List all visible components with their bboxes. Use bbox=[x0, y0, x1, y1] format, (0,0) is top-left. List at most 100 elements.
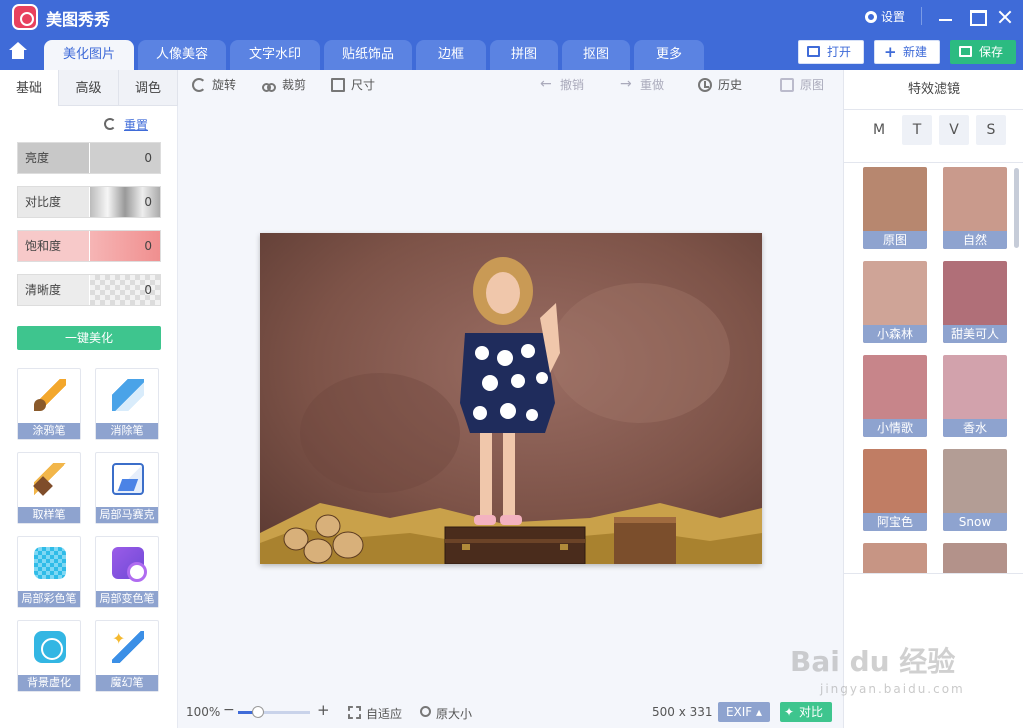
local-recolor-pen-tool[interactable]: 局部变色笔 bbox=[95, 536, 159, 608]
tab-color-tone[interactable]: 调色 bbox=[119, 70, 178, 106]
size-label: 尺寸 bbox=[351, 78, 376, 92]
tab-beautify[interactable]: 美化图片 bbox=[44, 40, 134, 70]
maximize-button[interactable] bbox=[966, 6, 988, 28]
local-color-pen-tool[interactable]: 局部彩色笔 bbox=[17, 536, 81, 608]
saturation-label: 饱和度 bbox=[18, 231, 89, 261]
zoom-slider[interactable] bbox=[238, 706, 310, 718]
open-label: 打开 bbox=[827, 45, 852, 59]
app-logo-icon bbox=[12, 4, 38, 30]
zoom-out-button[interactable]: − bbox=[223, 702, 235, 718]
local-recolor-pen-label: 局部变色笔 bbox=[96, 591, 158, 607]
tab-more[interactable]: 更多 bbox=[634, 40, 704, 70]
tab-collage[interactable]: 拼图 bbox=[490, 40, 558, 70]
fit-to-window-button[interactable]: 自适应 bbox=[348, 705, 402, 722]
new-label: 新建 bbox=[903, 45, 928, 59]
exif-button[interactable]: EXIF ▴ bbox=[718, 702, 770, 722]
image-icon bbox=[780, 78, 794, 92]
undo-label: 撤销 bbox=[560, 78, 585, 92]
color-pen-icon bbox=[34, 547, 66, 579]
filter-natural[interactable]: 自然 bbox=[943, 167, 1007, 249]
filter-category-v[interactable]: V bbox=[939, 115, 969, 145]
magic-pen-tool[interactable]: 魔幻笔 bbox=[95, 620, 159, 692]
filter-snow[interactable]: Snow bbox=[943, 449, 1007, 531]
actual-size-button[interactable]: 原大小 bbox=[420, 705, 472, 722]
tab-basic[interactable]: 基础 bbox=[0, 70, 59, 106]
history-button[interactable]: 历史 bbox=[698, 76, 742, 94]
filter-category-m[interactable]: M bbox=[864, 115, 894, 145]
redo-button[interactable]: 重做 bbox=[620, 75, 664, 94]
filter-next-2[interactable] bbox=[943, 543, 1007, 573]
filter-category-t[interactable]: T bbox=[902, 115, 932, 145]
home-icon[interactable] bbox=[8, 42, 28, 62]
eraser-pen-tool[interactable]: 消除笔 bbox=[95, 368, 159, 440]
zoom-in-button[interactable]: + bbox=[317, 701, 330, 719]
saturation-slider[interactable]: 饱和度 0 bbox=[17, 230, 161, 262]
filter-label: 小情歌 bbox=[863, 419, 927, 437]
background-blur-label: 背景虚化 bbox=[18, 675, 80, 691]
sparkle-icon: ✦ bbox=[784, 705, 795, 719]
contrast-slider[interactable]: 对比度 0 bbox=[17, 186, 161, 218]
undo-button[interactable]: 撤销 bbox=[540, 75, 585, 94]
filter-scrollbar[interactable] bbox=[1014, 168, 1019, 248]
image-dimensions: 500 x 331 bbox=[652, 705, 713, 719]
sharpness-slider[interactable]: 清晰度 0 bbox=[17, 274, 161, 306]
filter-label: 原图 bbox=[863, 231, 927, 249]
original-button[interactable]: 原图 bbox=[780, 76, 824, 94]
filter-perfume[interactable]: 香水 bbox=[943, 355, 1007, 437]
filter-original[interactable]: 原图 bbox=[863, 167, 927, 249]
doodle-pen-tool[interactable]: 涂鸦笔 bbox=[17, 368, 81, 440]
sample-pen-tool[interactable]: 取样笔 bbox=[17, 452, 81, 524]
tab-text-watermark[interactable]: 文字水印 bbox=[230, 40, 320, 70]
canvas-area: 旋转 裁剪 尺寸 撤销 重做 历史 原图 bbox=[178, 70, 842, 728]
eraser-icon bbox=[112, 379, 144, 411]
filter-abao[interactable]: 阿宝色 bbox=[863, 449, 927, 531]
original-label: 原图 bbox=[800, 78, 825, 92]
rotate-label: 旋转 bbox=[212, 78, 237, 92]
compare-button[interactable]: ✦ 对比 bbox=[780, 702, 832, 722]
scissors-icon bbox=[262, 78, 276, 92]
tab-portrait[interactable]: 人像美容 bbox=[138, 40, 226, 70]
filters-panel: 特效滤镜 M T V S 原图 自然 小森林 甜美可人 小情歌 香水 阿宝色 S… bbox=[843, 70, 1023, 728]
filter-label: 小森林 bbox=[863, 325, 927, 343]
image-icon bbox=[807, 46, 820, 57]
sharpness-label: 清晰度 bbox=[18, 275, 89, 305]
filter-label: 甜美可人 bbox=[943, 325, 1007, 343]
watermark-logo: Bai du 经验 bbox=[790, 645, 956, 678]
filter-list: 原图 自然 小森林 甜美可人 小情歌 香水 阿宝色 Snow bbox=[844, 162, 1023, 574]
app-title: 美图秀秀 bbox=[46, 10, 111, 29]
filter-forest[interactable]: 小森林 bbox=[863, 261, 927, 343]
filter-next-1[interactable] bbox=[863, 543, 927, 573]
filter-sweet[interactable]: 甜美可人 bbox=[943, 261, 1007, 343]
tab-frames[interactable]: 边框 bbox=[416, 40, 486, 70]
tab-advanced[interactable]: 高级 bbox=[59, 70, 119, 106]
local-color-pen-label: 局部彩色笔 bbox=[18, 591, 80, 607]
tab-cutout[interactable]: 抠图 bbox=[562, 40, 630, 70]
exif-label: EXIF bbox=[725, 705, 753, 719]
zoom-percentage: 100% bbox=[186, 705, 221, 719]
filter-love-song[interactable]: 小情歌 bbox=[863, 355, 927, 437]
save-button[interactable]: 保存 bbox=[950, 40, 1016, 64]
edited-photo[interactable] bbox=[260, 233, 762, 564]
settings-button[interactable]: 设置 bbox=[865, 8, 905, 25]
crop-button[interactable]: 裁剪 bbox=[262, 76, 306, 94]
new-button[interactable]: + 新建 bbox=[874, 40, 940, 64]
history-label: 历史 bbox=[718, 78, 743, 92]
brightness-slider[interactable]: 亮度 0 bbox=[17, 142, 161, 174]
doodle-pen-label: 涂鸦笔 bbox=[18, 423, 80, 439]
reset-icon[interactable] bbox=[104, 118, 116, 130]
close-button[interactable] bbox=[994, 6, 1016, 28]
open-button[interactable]: 打开 bbox=[798, 40, 864, 64]
size-button[interactable]: 尺寸 bbox=[331, 76, 375, 94]
tab-stickers[interactable]: 贴纸饰品 bbox=[324, 40, 412, 70]
minimize-button[interactable] bbox=[935, 6, 957, 28]
rotate-button[interactable]: 旋转 bbox=[192, 76, 236, 94]
local-mosaic-tool[interactable]: 局部马赛克 bbox=[95, 452, 159, 524]
filter-category-s[interactable]: S bbox=[976, 115, 1006, 145]
one-click-beautify-button[interactable]: 一键美化 bbox=[17, 326, 161, 350]
zoom-slider-handle[interactable] bbox=[252, 706, 265, 718]
fit-icon bbox=[348, 706, 361, 719]
export-icon bbox=[959, 46, 972, 57]
background-blur-tool[interactable]: 背景虚化 bbox=[17, 620, 81, 692]
fit-label: 自适应 bbox=[366, 707, 403, 721]
reset-link[interactable]: 重置 bbox=[124, 116, 148, 133]
